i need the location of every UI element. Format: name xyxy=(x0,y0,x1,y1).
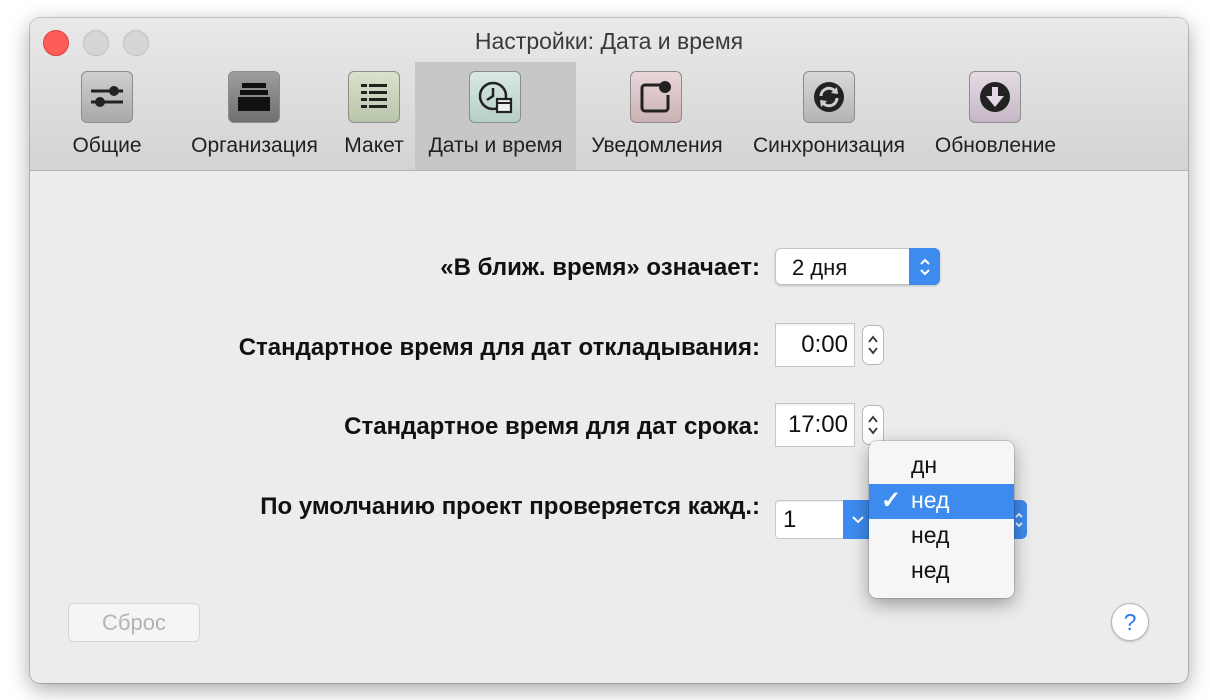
due-time-field[interactable]: 17:00 xyxy=(775,403,855,447)
sync-icon xyxy=(803,71,855,123)
tab-label: Макет xyxy=(344,134,404,157)
download-icon xyxy=(969,71,1021,123)
due-time-label: Стандартное время для дат срока: xyxy=(344,413,760,440)
soon-popup[interactable]: 2 дня xyxy=(775,248,940,285)
tab-label: Уведомления xyxy=(591,134,723,157)
soon-value: 2 дня xyxy=(792,255,848,280)
layout-list-icon xyxy=(348,71,400,123)
window-title: Настройки: Дата и время xyxy=(474,28,744,54)
updown-chevron-icon xyxy=(909,248,940,285)
notification-badge-icon xyxy=(630,71,682,123)
menu-item-label: нед xyxy=(911,522,950,548)
tab-dates-and-times[interactable]: Даты и время xyxy=(415,62,576,170)
menu-item-label: дн xyxy=(911,452,938,478)
tab-label: Синхронизация xyxy=(752,134,906,157)
tab-update[interactable]: Обновление xyxy=(927,62,1064,170)
review-count-field[interactable]: 1 xyxy=(775,500,845,539)
reset-button[interactable]: Сброс xyxy=(68,603,200,642)
tab-notifications[interactable]: Уведомления xyxy=(584,62,730,170)
clock-calendar-icon xyxy=(469,71,521,123)
tab-general[interactable]: Общие xyxy=(57,62,157,170)
menu-item-week[interactable]: нед xyxy=(869,554,1014,589)
tab-sync[interactable]: Синхронизация xyxy=(744,62,914,170)
menu-item-label: нед xyxy=(911,557,950,583)
tab-layout[interactable]: Макет xyxy=(338,62,410,170)
defer-time-stepper[interactable] xyxy=(862,325,884,365)
due-time-value: 17:00 xyxy=(787,411,848,438)
defer-time-value: 0:00 xyxy=(801,331,848,358)
tab-label: Обновление xyxy=(934,134,1057,157)
titlebar: Настройки: Дата и время Общие Организаци… xyxy=(30,18,1188,171)
menu-item-week-selected[interactable]: ✓ нед xyxy=(869,484,1014,519)
menu-item-day[interactable]: дн xyxy=(869,449,1014,484)
preferences-window: Настройки: Дата и время Общие Организаци… xyxy=(30,18,1188,683)
tab-organization[interactable]: Организация xyxy=(183,62,326,170)
tab-label: Общие xyxy=(72,134,142,157)
sliders-icon xyxy=(81,71,133,123)
review-unit-menu: дн ✓ нед нед нед xyxy=(869,441,1014,598)
soon-label: «В ближ. время» означает: xyxy=(440,254,760,281)
due-time-stepper[interactable] xyxy=(862,405,884,445)
tab-label: Даты и время xyxy=(428,134,563,157)
updown-chevron-icon xyxy=(1014,512,1023,527)
review-count-value: 1 xyxy=(783,506,797,533)
stepper-arrows-icon xyxy=(868,415,878,435)
defer-time-label: Стандартное время для дат откладывания: xyxy=(238,334,760,361)
defer-time-field[interactable]: 0:00 xyxy=(775,323,855,367)
stepper-arrows-icon xyxy=(868,335,878,355)
help-button[interactable]: ? xyxy=(1111,603,1149,641)
menu-item-week[interactable]: нед xyxy=(869,519,1014,554)
tab-label: Организация xyxy=(191,134,318,157)
review-label: По умолчанию проект проверяется кажд.: xyxy=(260,493,760,520)
menu-item-label: нед xyxy=(911,487,950,513)
checkmark-icon: ✓ xyxy=(881,487,902,514)
stack-icon xyxy=(228,71,280,123)
chevron-down-icon xyxy=(852,515,864,523)
settings-pane: «В ближ. время» означает: 2 дня Стандарт… xyxy=(30,171,1188,683)
